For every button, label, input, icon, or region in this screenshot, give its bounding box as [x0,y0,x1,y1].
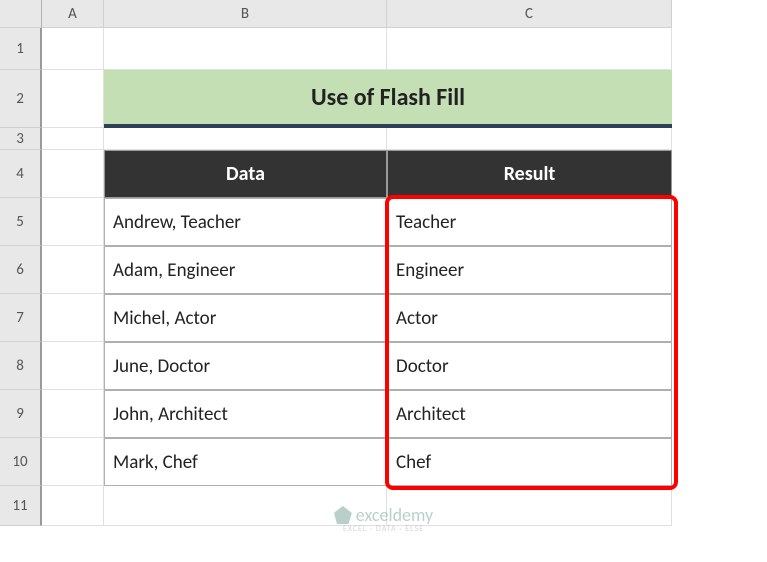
cell-c3[interactable] [387,128,672,150]
cell-a2[interactable] [42,70,104,128]
col-header-b[interactable]: B [104,0,387,28]
row-header-10[interactable]: 10 [0,438,42,486]
cell-b3[interactable] [104,128,387,150]
col-header-c[interactable]: C [387,0,672,28]
cell-a10[interactable] [42,438,104,486]
cell-b10[interactable]: Mark, Chef [104,438,387,486]
cell-c5[interactable]: Teacher [387,198,672,246]
cell-c6[interactable]: Engineer [387,246,672,294]
row-header-1[interactable]: 1 [0,28,42,70]
row-header-11[interactable]: 11 [0,486,42,526]
cell-a8[interactable] [42,342,104,390]
cell-a1[interactable] [42,28,104,70]
cell-a9[interactable] [42,390,104,438]
select-all-corner[interactable] [0,0,42,28]
watermark-logo: exceldemy [334,504,433,526]
watermark-name: exceldemy [356,504,433,526]
cell-c7[interactable]: Actor [387,294,672,342]
cell-a11[interactable] [42,486,104,526]
cell-c9[interactable]: Architect [387,390,672,438]
row-header-3[interactable]: 3 [0,128,42,150]
table-header-data[interactable]: Data [104,150,387,198]
cell-c8[interactable]: Doctor [387,342,672,390]
row-header-2[interactable]: 2 [0,70,42,128]
col-header-a[interactable]: A [42,0,104,28]
watermark-tagline: EXCEL · DATA · ELSE [334,524,433,534]
cell-a4[interactable] [42,150,104,198]
cell-c1[interactable] [387,28,672,70]
table-header-result[interactable]: Result [387,150,672,198]
watermark: exceldemy EXCEL · DATA · ELSE [334,504,433,534]
cell-c10[interactable]: Chef [387,438,672,486]
row-header-7[interactable]: 7 [0,294,42,342]
cell-a3[interactable] [42,128,104,150]
cell-a6[interactable] [42,246,104,294]
row-header-8[interactable]: 8 [0,342,42,390]
cell-b8[interactable]: June, Doctor [104,342,387,390]
cell-b9[interactable]: John, Architect [104,390,387,438]
row-header-4[interactable]: 4 [0,150,42,198]
title-cell[interactable]: Use of Flash Fill [104,70,672,128]
cell-a5[interactable] [42,198,104,246]
cell-b5[interactable]: Andrew, Teacher [104,198,387,246]
cell-b7[interactable]: Michel, Actor [104,294,387,342]
row-header-6[interactable]: 6 [0,246,42,294]
cell-b1[interactable] [104,28,387,70]
cell-b6[interactable]: Adam, Engineer [104,246,387,294]
row-header-5[interactable]: 5 [0,198,42,246]
cell-a7[interactable] [42,294,104,342]
spreadsheet-grid: A B C 1 2 Use of Flash Fill 3 4 Data Res… [0,0,767,526]
row-header-9[interactable]: 9 [0,390,42,438]
watermark-icon [334,506,352,524]
